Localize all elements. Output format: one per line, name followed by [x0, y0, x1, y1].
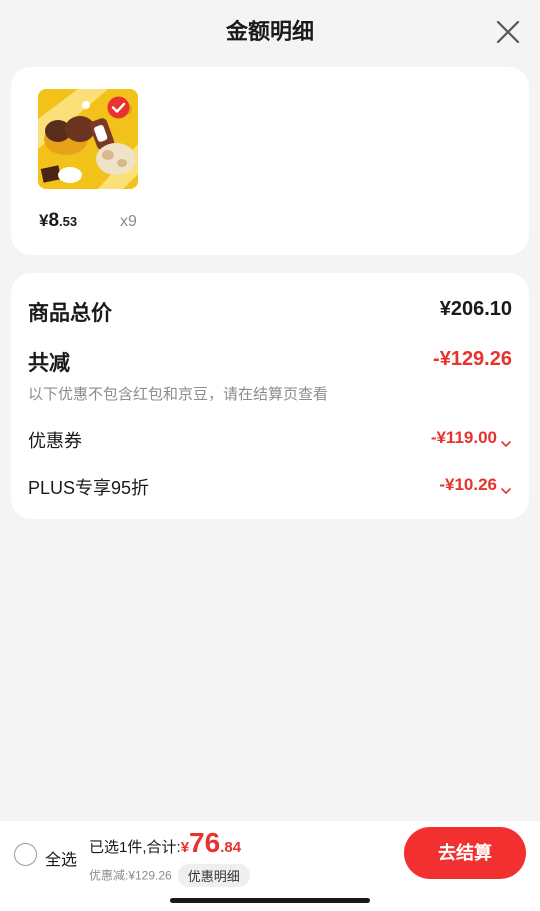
savings-text: 优惠减:¥129.26	[89, 868, 172, 883]
savings-line: 优惠减:¥129.26 优惠明细	[89, 864, 250, 887]
total-row: 商品总价 ¥206.10	[28, 295, 512, 325]
price-decimal: .53	[59, 214, 78, 229]
chevron-down-icon[interactable]	[500, 434, 512, 447]
plus-discount-row[interactable]: PLUS专享95折 -¥10.26	[28, 472, 512, 500]
discount-detail-button[interactable]: 优惠明细	[177, 864, 250, 887]
coupon-row[interactable]: 优惠券 -¥119.00	[28, 425, 512, 453]
sum-currency: ¥	[180, 839, 190, 856]
plus-value: -¥10.26	[439, 475, 497, 494]
discount-note: 以下优惠不包含红包和京豆，请在结算页查看	[28, 386, 329, 403]
sum-integer: 76	[189, 827, 221, 858]
select-all-radio[interactable]	[14, 843, 37, 866]
chevron-down-icon[interactable]	[500, 481, 512, 494]
close-icon[interactable]	[494, 18, 522, 46]
summary-card: 商品总价 ¥206.10 共减 -¥129.26 以下优惠不包含红包和京豆，请在…	[11, 273, 529, 519]
price-integer: 8	[48, 210, 60, 231]
plus-value-wrap: -¥10.26	[439, 475, 512, 495]
sum-line: 已选1件,合计:¥76.84	[89, 827, 241, 859]
product-quantity: x9	[120, 213, 137, 230]
selected-check-icon[interactable]	[107, 96, 130, 119]
total-value: ¥206.10	[439, 298, 512, 320]
total-label: 商品总价	[28, 302, 112, 325]
amount-detail-page: 金额明细 ¥8.53 x9 商品总价 ¥206.10 共减 -¥129.26 以…	[0, 0, 540, 911]
discount-value: -¥129.26	[433, 348, 512, 370]
sum-decimal: .84	[220, 839, 242, 856]
coupon-value: -¥119.00	[430, 428, 497, 447]
discount-label: 共减	[28, 352, 70, 375]
plus-label: PLUS专享95折	[28, 478, 150, 498]
product-card: ¥8.53 x9	[11, 67, 529, 255]
home-indicator	[170, 898, 370, 903]
coupon-label: 优惠券	[28, 431, 82, 451]
select-all-label: 全选	[45, 852, 78, 869]
coupon-value-wrap: -¥119.00	[431, 428, 512, 448]
discount-row: 共减 -¥129.26	[28, 347, 512, 377]
checkout-button[interactable]: 去结算	[404, 827, 526, 879]
product-image[interactable]	[38, 89, 138, 189]
product-price: ¥8.53	[39, 210, 77, 232]
selected-count-text: 已选1件,合计:	[89, 839, 181, 856]
page-title: 金额明细	[225, 19, 314, 44]
header: 金额明细	[0, 0, 540, 64]
bottom-bar: 全选 已选1件,合计:¥76.84 优惠减:¥129.26 优惠明细 去结算	[0, 821, 540, 911]
